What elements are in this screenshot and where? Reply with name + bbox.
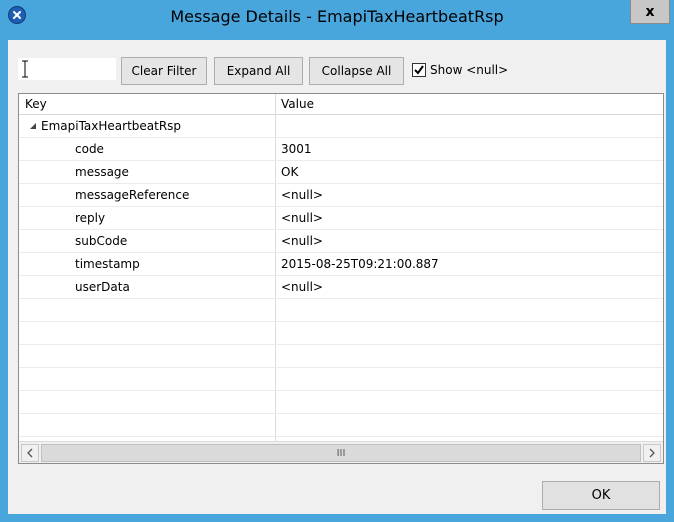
table-row[interactable]: message OK <box>19 161 663 184</box>
row-key: reply <box>75 211 106 225</box>
row-value: OK <box>281 165 299 179</box>
table-row[interactable]: code 3001 <box>19 138 663 161</box>
table-row[interactable]: messageReference <null> <box>19 184 663 207</box>
chevron-left-icon <box>27 448 33 458</box>
table-row[interactable]: subCode <null> <box>19 230 663 253</box>
row-value: 3001 <box>281 142 312 156</box>
window-title: Message Details - EmapiTaxHeartbeatRsp <box>170 7 504 26</box>
empty-row <box>19 299 663 322</box>
collapse-all-button[interactable]: Collapse All <box>309 57 404 85</box>
message-tree-table[interactable]: Key Value EmapiTaxHeartbeatRsp code 3001… <box>18 93 664 464</box>
row-key: code <box>75 142 104 156</box>
row-key: userData <box>75 280 130 294</box>
ok-button[interactable]: OK <box>542 481 660 510</box>
row-key: message <box>75 165 129 179</box>
empty-row <box>19 322 663 345</box>
row-value: 2015-08-25T09:21:00.887 <box>281 257 439 271</box>
show-null-toggle[interactable]: Show <null> <box>412 61 508 79</box>
scroll-grip-icon: III <box>336 447 346 459</box>
table-row[interactable]: timestamp 2015-08-25T09:21:00.887 <box>19 253 663 276</box>
empty-row <box>19 345 663 368</box>
empty-row <box>19 368 663 391</box>
scroll-left-button[interactable] <box>21 444 39 462</box>
tree-root-row[interactable]: EmapiTaxHeartbeatRsp <box>19 115 663 138</box>
row-value: <null> <box>281 188 323 202</box>
close-button[interactable]: x <box>630 0 670 24</box>
dialog-window: Message Details - EmapiTaxHeartbeatRsp x… <box>0 0 674 522</box>
row-key: subCode <box>75 234 128 248</box>
title-bar[interactable]: Message Details - EmapiTaxHeartbeatRsp x <box>0 0 674 40</box>
checkmark-icon <box>414 65 424 75</box>
row-value: <null> <box>281 280 323 294</box>
table-header: Key Value <box>19 94 663 115</box>
row-value: <null> <box>281 234 323 248</box>
table-row[interactable]: reply <null> <box>19 207 663 230</box>
column-header-value[interactable]: Value <box>281 97 314 111</box>
expand-all-button[interactable]: Expand All <box>214 57 303 85</box>
row-key: timestamp <box>75 257 140 271</box>
dialog-body: Clear Filter Expand All Collapse All Sho… <box>8 40 666 514</box>
column-header-key[interactable]: Key <box>25 97 47 111</box>
table-row[interactable]: userData <null> <box>19 276 663 299</box>
row-value: <null> <box>281 211 323 225</box>
horizontal-scrollbar[interactable]: III <box>19 441 663 463</box>
clear-filter-button[interactable]: Clear Filter <box>121 57 207 85</box>
collapse-triangle-icon[interactable] <box>28 121 38 131</box>
empty-row <box>19 391 663 414</box>
text-cursor-icon <box>22 60 28 78</box>
tree-root-key: EmapiTaxHeartbeatRsp <box>41 119 182 133</box>
empty-row <box>19 414 663 437</box>
scroll-thumb[interactable]: III <box>41 444 641 462</box>
scroll-right-button[interactable] <box>643 444 661 462</box>
row-key: messageReference <box>75 188 190 202</box>
filter-input[interactable] <box>18 58 116 80</box>
show-null-label: Show <null> <box>430 63 509 77</box>
chevron-right-icon <box>649 448 655 458</box>
show-null-checkbox[interactable] <box>412 63 426 77</box>
